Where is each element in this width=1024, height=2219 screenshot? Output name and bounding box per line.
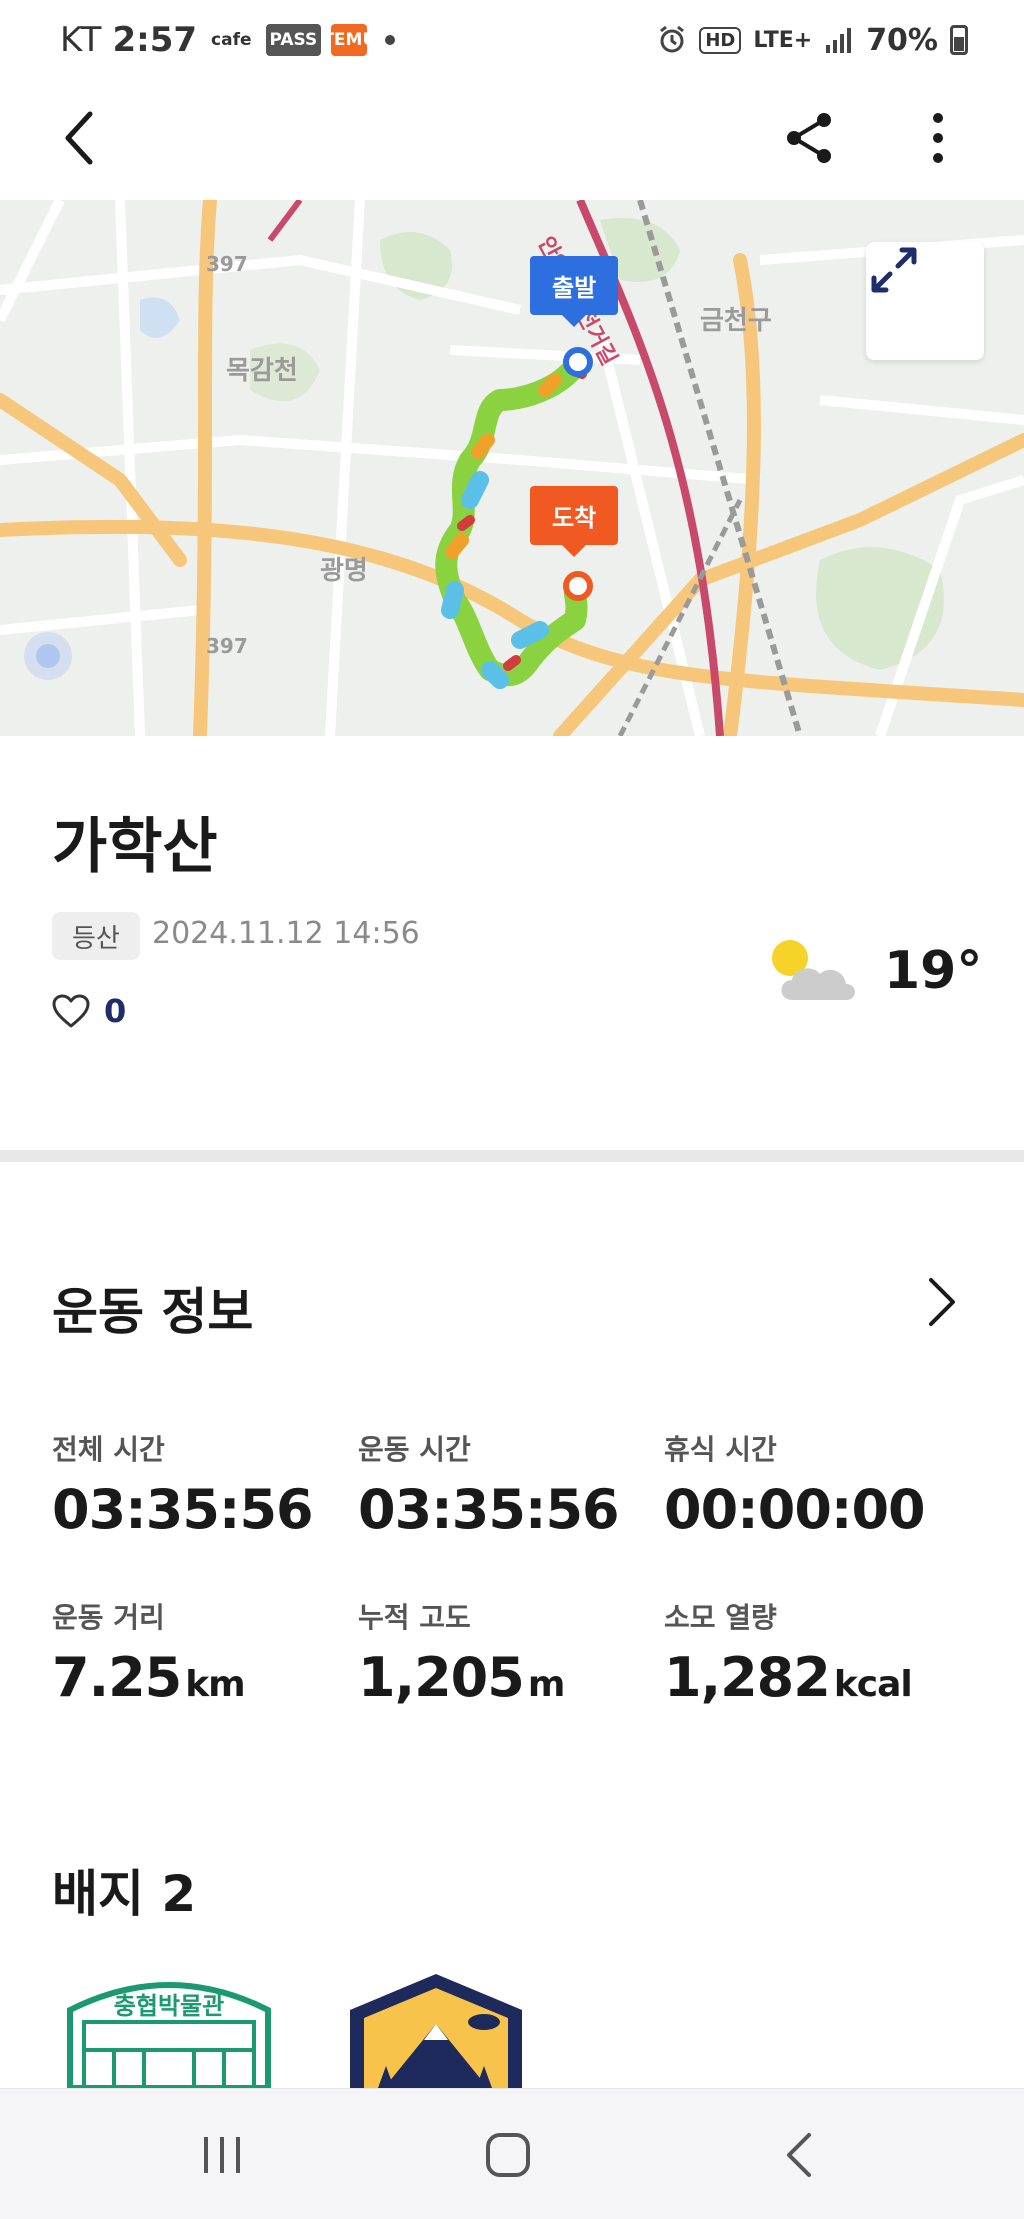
badge-label: 충협박물관 (114, 1992, 224, 2020)
status-bar: KT 2:57 cafe PASS TEMU HD LTE+ 70% (0, 0, 1024, 80)
system-nav-bar (0, 2088, 1024, 2219)
badges-title: 배지 2 (52, 1865, 197, 1923)
share-icon (787, 113, 831, 163)
stat-distance: 운동 거리 7.25 km (52, 1596, 352, 1709)
category-chip: 등산 (52, 912, 140, 960)
home-button[interactable] (458, 2115, 558, 2195)
stat-value: 7.25 km (52, 1646, 352, 1709)
status-right: HD LTE+ 70% (657, 23, 968, 58)
stat-unit: km (185, 1664, 245, 1705)
more-icon (933, 113, 943, 163)
status-time: 2:57 (112, 20, 198, 60)
hd-voice-icon: HD (699, 26, 742, 54)
record-title: 가학산 (52, 812, 218, 882)
home-icon (486, 2133, 530, 2177)
partly-cloudy-icon (772, 940, 855, 1000)
stat-value: 03:35:56 (358, 1478, 658, 1541)
exercise-info-title: 운동 정보 (52, 1283, 254, 1341)
map-label-gwangmyeong: 광명 (320, 556, 368, 586)
weather-info: 19° (768, 936, 982, 1006)
stat-number: 1,205 (358, 1646, 525, 1709)
stat-number: 03:35:56 (358, 1478, 620, 1541)
section-divider (0, 1150, 1024, 1162)
stat-rest-time: 휴식 시간 00:00:00 (664, 1428, 964, 1541)
back-icon (787, 2133, 811, 2177)
more-options-button[interactable] (898, 98, 978, 178)
stat-label: 휴식 시간 (664, 1433, 777, 1466)
stat-value: 00:00:00 (664, 1478, 964, 1541)
chevron-right-icon (929, 1278, 955, 1326)
badge-museum[interactable]: 충협박물관 (64, 1970, 274, 2092)
recents-icon (204, 2137, 240, 2173)
mountain-badge-icon (350, 1974, 522, 2088)
stat-unit: m (527, 1664, 566, 1705)
heart-icon (52, 994, 90, 1028)
temperature: 19° (884, 941, 983, 1001)
expand-icon (871, 247, 917, 293)
stat-calories: 소모 열량 1,282 kcal (664, 1596, 964, 1709)
like-button[interactable]: 0 (52, 992, 126, 1030)
status-left: KT 2:57 cafe PASS TEMU (60, 20, 657, 60)
stat-total-time: 전체 시간 03:35:56 (52, 1428, 352, 1541)
route-map[interactable]: 금천구 목감천 광명 397 397 안양천자전거길 출발 도착 (0, 200, 1024, 736)
carrier-label: KT (60, 20, 103, 60)
stat-label: 운동 거리 (52, 1601, 165, 1634)
app-bar (0, 80, 1024, 200)
recents-button[interactable] (172, 2115, 272, 2195)
map-road-number: 397 (206, 252, 248, 276)
stat-value: 1,282 kcal (664, 1646, 964, 1709)
stat-value: 1,205 m (358, 1646, 658, 1709)
stat-number: 1,282 (664, 1646, 831, 1709)
battery-percent: 70% (866, 22, 938, 58)
record-date: 2024.11.12 14:56 (152, 916, 420, 951)
battery-icon (950, 25, 968, 55)
system-back-button[interactable] (748, 2115, 848, 2195)
back-icon (65, 111, 93, 165)
start-marker-label: 출발 (530, 256, 619, 327)
stat-label: 누적 고도 (358, 1601, 471, 1634)
network-type: LTE+ (753, 27, 813, 53)
map-road-number: 397 (206, 634, 248, 658)
stat-exercise-time: 운동 시간 03:35:56 (358, 1428, 658, 1541)
end-marker-label: 도착 (530, 486, 619, 557)
notification-dot-icon (385, 35, 396, 45)
share-button[interactable] (770, 98, 850, 178)
cafe-app-icon: cafe (211, 30, 252, 50)
stat-number: 03:35:56 (52, 1478, 314, 1541)
exercise-info-detail-button[interactable] (912, 1262, 972, 1342)
map-label-mokgamcheon: 목감천 (226, 356, 298, 386)
pass-app-icon: PASS (265, 24, 322, 56)
badge-mountain[interactable] (344, 1970, 528, 2092)
map-label-geumcheon: 금천구 (700, 306, 772, 336)
stat-label: 운동 시간 (358, 1433, 471, 1466)
stat-value: 03:35:56 (52, 1478, 352, 1541)
stat-number: 7.25 (52, 1646, 182, 1709)
stat-elevation: 누적 고도 1,205 m (358, 1596, 658, 1709)
temu-app-icon: TEMU (322, 24, 376, 56)
museum-badge-icon: 충협박물관 (67, 1982, 271, 2091)
alarm-icon (660, 25, 685, 53)
back-button[interactable] (40, 98, 120, 178)
signal-icon (826, 28, 852, 53)
like-count: 0 (104, 992, 127, 1030)
stat-label: 전체 시간 (52, 1433, 165, 1466)
stat-label: 소모 열량 (664, 1601, 777, 1634)
stat-unit: kcal (833, 1664, 913, 1705)
stat-number: 00:00:00 (664, 1478, 926, 1541)
expand-map-button[interactable] (866, 242, 984, 360)
record-header: 가학산 등산 2024.11.12 14:56 0 19° (0, 736, 1024, 1152)
